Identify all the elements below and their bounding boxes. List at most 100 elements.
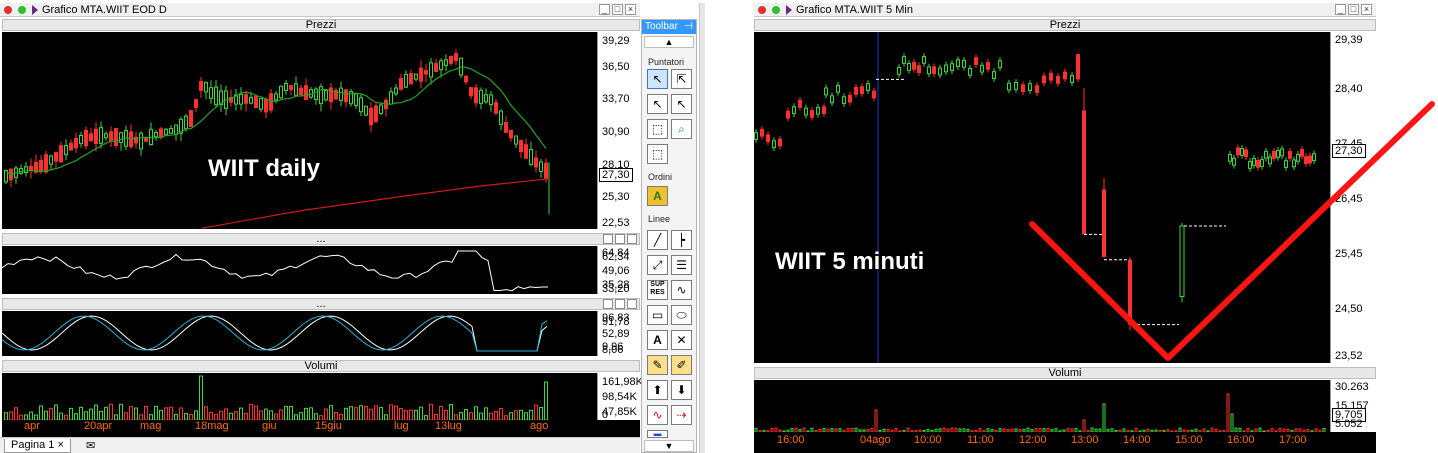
candle-body: [359, 97, 363, 113]
candle-body: [544, 162, 548, 179]
left-price-chart[interactable]: [2, 32, 597, 229]
close-icon[interactable]: ×: [625, 4, 636, 15]
volume-bar: [124, 412, 128, 421]
toolbar-scroll-up[interactable]: ▲: [644, 36, 694, 48]
candle-body: [254, 96, 258, 109]
new-page-icon[interactable]: ✉: [86, 439, 95, 452]
text-icon[interactable]: A: [647, 330, 668, 350]
pointer-select-icon[interactable]: ⬚: [647, 119, 668, 139]
candle-body: [514, 135, 518, 145]
left-volume-chart[interactable]: [2, 373, 597, 421]
pointer-arrow-3-icon[interactable]: ↖: [671, 94, 692, 114]
panel-maximize-icon[interactable]: [615, 299, 625, 309]
ellipse-icon[interactable]: ⬭: [671, 305, 692, 325]
candle-body: [494, 102, 498, 114]
panel-maximize-icon[interactable]: [615, 234, 625, 244]
candle-body: [79, 134, 83, 145]
candle-body: [269, 93, 273, 111]
left-osc2-chart[interactable]: [1, 311, 597, 356]
candle-body: [374, 105, 378, 123]
volume-bar: [179, 407, 183, 421]
channel-icon[interactable]: ☰: [671, 255, 692, 275]
volume-bar: [129, 406, 133, 421]
volume-bar: [164, 407, 168, 421]
candle-body: [1236, 147, 1240, 156]
candle-body: [29, 165, 33, 172]
candle-body: [872, 90, 876, 99]
more-tools-icon[interactable]: ▬: [647, 430, 668, 438]
volume-bar: [194, 410, 198, 421]
eraser-icon[interactable]: ✐: [671, 355, 692, 375]
candle-body: [424, 70, 428, 75]
candle-body: [974, 57, 978, 66]
candle-body: [64, 145, 68, 156]
support-resistance-icon[interactable]: SUP RES: [647, 280, 668, 300]
candle-body: [414, 73, 418, 80]
candle-body: [199, 81, 203, 91]
wave-icon[interactable]: ∿: [647, 405, 668, 425]
panel-minimize-icon[interactable]: [603, 234, 613, 244]
pin-icon[interactable]: ⊣: [684, 20, 693, 34]
horizontal-line-icon[interactable]: ┝: [671, 230, 692, 250]
trend-arrow-icon[interactable]: ⤢: [647, 255, 668, 275]
maximize-icon[interactable]: □: [1348, 4, 1359, 15]
volume-bar: [444, 409, 448, 421]
volume-bar: [369, 408, 373, 421]
volume-bar: [489, 412, 493, 421]
panel-minimize-icon[interactable]: [603, 299, 613, 309]
candle-body: [1292, 159, 1296, 168]
minimize-icon[interactable]: _: [1335, 4, 1346, 15]
pointer-cross-icon[interactable]: ⇱: [671, 69, 692, 89]
pointer-arrow-icon[interactable]: ↖: [647, 69, 668, 89]
area-select-icon[interactable]: ⬚: [647, 144, 668, 164]
oscillator-line: [1, 250, 548, 292]
candle-body: [1272, 150, 1276, 159]
minimize-icon[interactable]: _: [599, 4, 610, 15]
pointer-arrow-2-icon[interactable]: ↖: [647, 94, 668, 114]
candle-body: [1076, 53, 1080, 80]
right-price-scale: 29,39 28,40 27,45 27,30 26,45 25,45 24,5…: [1330, 32, 1376, 363]
panel-close-icon[interactable]: [627, 234, 637, 244]
arrow-up-icon[interactable]: ⬆: [647, 380, 668, 400]
maximize-icon[interactable]: □: [612, 4, 623, 15]
candle-body: [324, 89, 328, 101]
candle-body: [917, 65, 921, 74]
pencil-icon[interactable]: ✎: [647, 355, 668, 375]
candle-body: [534, 157, 538, 168]
volume-bar: [419, 406, 423, 421]
right-volume-chart[interactable]: [754, 380, 1330, 433]
left-window-scrollbar[interactable]: [699, 3, 705, 453]
volume-bar: [99, 410, 103, 421]
left-current-price: 27,30: [599, 168, 633, 182]
candle-body: [294, 83, 298, 96]
order-icon[interactable]: A: [647, 186, 668, 206]
arrow-down-icon[interactable]: ⬇: [671, 380, 692, 400]
cross-delete-icon[interactable]: ✕: [671, 330, 692, 350]
volume-bar: [544, 381, 548, 421]
right-window-titlebar[interactable]: Grafico MTA.WIIT 5 Min _ □ ×: [754, 3, 1376, 17]
toolbar-scroll-down[interactable]: ▼: [644, 440, 694, 452]
candle-body: [299, 87, 303, 96]
volume-bar: [324, 408, 328, 421]
candle-body: [932, 66, 936, 75]
rectangle-icon[interactable]: ▭: [647, 305, 668, 325]
left-osc1-chart[interactable]: [1, 246, 597, 294]
candle-body: [74, 137, 78, 149]
candle-body: [94, 128, 98, 145]
zoom-icon[interactable]: ⌕: [671, 119, 692, 139]
volume-bar: [234, 411, 238, 421]
volume-bar: [414, 409, 418, 421]
left-window-titlebar[interactable]: Grafico MTA.WIIT EOD D _ □ ×: [0, 3, 640, 17]
delete-all-icon[interactable]: ⇢: [671, 405, 692, 425]
close-icon[interactable]: ×: [1361, 4, 1372, 15]
candle-body: [968, 67, 972, 76]
line-icon[interactable]: ╱: [647, 230, 668, 250]
volume-bar: [239, 407, 243, 421]
right-price-chart[interactable]: [754, 32, 1330, 363]
tab-pagina-1[interactable]: Pagina 1 ×: [4, 439, 71, 453]
close-tab-icon[interactable]: ×: [58, 439, 64, 451]
volume-bar: [529, 409, 533, 421]
panel-close-icon[interactable]: [627, 299, 637, 309]
candle-body: [244, 94, 248, 104]
curve-icon[interactable]: ∿: [671, 280, 692, 300]
